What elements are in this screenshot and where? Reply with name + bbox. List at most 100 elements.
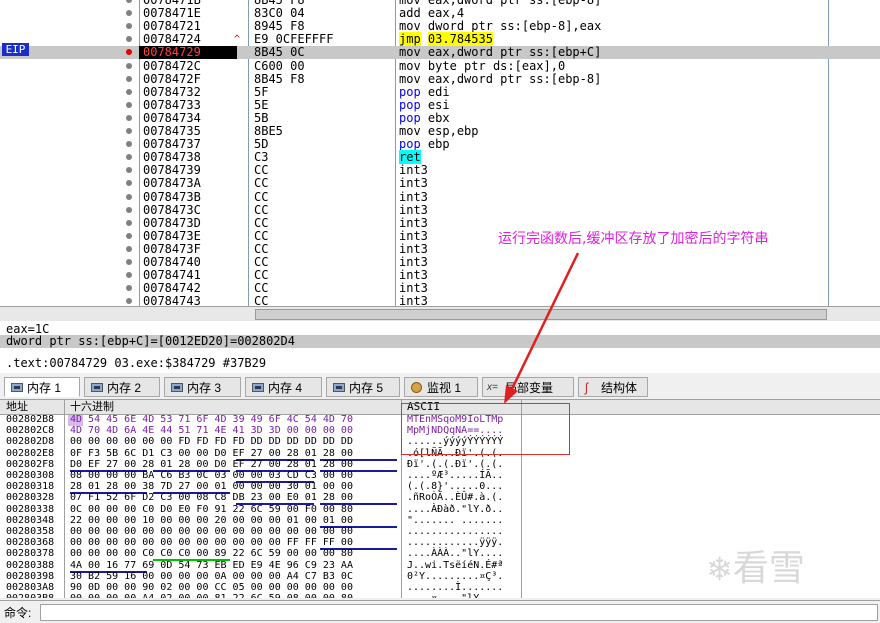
disasm-instruction: mov eax,dword ptr ss:[ebp-8] xyxy=(399,72,601,86)
disasm-row[interactable]: 00784724 ^ E9 0CFEFFFF jmp 03.784535 xyxy=(0,32,880,47)
tab-6[interactable]: 监视 1 xyxy=(404,377,478,397)
tab-5[interactable]: 内存 5 xyxy=(326,377,400,397)
breakpoint-dot[interactable] xyxy=(126,167,132,174)
scrollbar-thumb[interactable] xyxy=(255,309,827,320)
disassembly-horizontal-scrollbar[interactable] xyxy=(0,306,880,322)
disasm-address: 00784739 xyxy=(143,163,201,178)
disasm-row[interactable]: 00784738 C3 ret xyxy=(0,150,880,165)
disasm-bytes: 5E xyxy=(254,97,269,112)
disasm-row[interactable]: 00784742 CC int3 xyxy=(0,282,880,295)
dump-address: 00280388 xyxy=(6,559,55,571)
breakpoint-dot[interactable] xyxy=(126,49,132,56)
disasm-mnemonic: jmp xyxy=(399,32,421,47)
disasm-bytes: 8B45 0C xyxy=(254,45,305,60)
watch-icon xyxy=(411,382,422,393)
tab-1[interactable]: 内存 1 xyxy=(4,377,80,397)
disasm-bytes: CC xyxy=(254,268,269,283)
breakpoint-dot[interactable] xyxy=(126,193,132,200)
disasm-row[interactable]: 00784740 CC int3 xyxy=(0,256,880,269)
breakpoint-dot[interactable] xyxy=(126,62,132,69)
breakpoint-dot[interactable] xyxy=(126,232,132,239)
disasm-operands: 03.784535 xyxy=(427,32,493,47)
memory-icon xyxy=(252,383,264,392)
dump-hex: 4D 54 45 6E 4D 53 71 6F 4D 39 49 6F 4C 5… xyxy=(70,414,353,425)
disasm-row[interactable]: 0078472F 8B45 F8 mov eax,dword ptr ss:[ebp… xyxy=(0,72,880,86)
dump-row[interactable]: 00280358 00 00 00 00 00 00 00 00 00 00 00… xyxy=(0,526,880,538)
tab-4[interactable]: 内存 4 xyxy=(245,377,322,397)
command-input[interactable] xyxy=(40,604,878,621)
tab-7[interactable]: x= 局部变量 xyxy=(482,377,574,397)
memory-icon xyxy=(11,383,23,392)
disasm-address: 00784729 xyxy=(139,46,237,60)
disasm-operands: esp,ebp xyxy=(427,124,479,138)
disasm-address: 00784738 xyxy=(143,150,201,165)
breakpoint-dot[interactable] xyxy=(126,36,132,43)
disasm-instruction: ret xyxy=(399,150,428,165)
dump-ascii: J..wi.TsëíéN.É#ª xyxy=(407,559,504,571)
breakpoint-dot[interactable] xyxy=(126,285,132,292)
disasm-address: 00784742 xyxy=(143,281,201,296)
disasm-row[interactable]: 00784737 5D pop ebp xyxy=(0,138,880,151)
breakpoint-dot[interactable] xyxy=(126,180,132,187)
disasm-instruction: pop ebx xyxy=(399,111,450,125)
breakpoint-dot[interactable] xyxy=(126,272,132,279)
dump-col-hex[interactable]: 十六进制 xyxy=(70,400,114,414)
dump-row[interactable]: 00280328 07 F1 52 6F D2 C3 00 08 C8 DB 23… xyxy=(0,492,880,506)
disassembly-panel[interactable]: 0078471B 8B45 F8 mov eax,dword ptr ss:[ebp… xyxy=(0,0,880,306)
breakpoint-dot[interactable] xyxy=(126,128,132,134)
breakpoint-dot[interactable] xyxy=(126,88,132,95)
dump-address: 00280358 xyxy=(6,526,55,537)
tab-3[interactable]: 内存 3 xyxy=(164,377,241,397)
disasm-mnemonic: mov xyxy=(399,58,421,73)
breakpoint-dot[interactable] xyxy=(126,154,132,161)
dump-col-address[interactable]: 地址 xyxy=(6,400,28,414)
disasm-bytes: E9 0CFEFFFF xyxy=(254,32,334,47)
breakpoint-dot[interactable] xyxy=(126,219,132,226)
disasm-row[interactable]: 00784741 CC int3 xyxy=(0,269,880,282)
disasm-row[interactable]: 00784734 5B pop ebx xyxy=(0,111,880,125)
disasm-row[interactable]: 0078472C C600 00 mov byte ptr ds:[eax],0 xyxy=(0,58,880,73)
tab-2[interactable]: 内存 2 xyxy=(84,377,160,397)
dump-address: 00280378 xyxy=(6,548,55,560)
breakpoint-dot[interactable] xyxy=(126,141,132,148)
breakpoint-dot[interactable] xyxy=(126,245,132,252)
disasm-row[interactable]: 0078471E 83C0 04 add eax,4 xyxy=(0,7,880,20)
disasm-instruction: mov dword ptr ss:[ebp-8],eax xyxy=(399,20,601,33)
breakpoint-dot[interactable] xyxy=(126,206,132,213)
dump-row[interactable]: 00280348 22 00 00 00 10 00 00 00 20 00 00… xyxy=(0,515,880,528)
disasm-row[interactable]: 00784732 5F pop edi xyxy=(0,85,880,99)
dump-row[interactable]: 002802F8 D0 EF 27 00 28 01 28 00 D0 EF 27… xyxy=(0,458,880,472)
disasm-row[interactable]: 00784743 CC int3 xyxy=(0,295,880,306)
disasm-row[interactable]: 00784733 5E pop esi xyxy=(0,97,880,112)
disasm-instruction: add eax,4 xyxy=(399,7,464,20)
disasm-row[interactable]: 00784729 8B45 0C mov eax,dword ptr ss:[ebp… xyxy=(0,45,880,60)
breakpoint-dot[interactable] xyxy=(126,298,132,305)
tab-8[interactable]: ʃ 结构体 xyxy=(578,377,648,397)
disasm-row[interactable]: 0078473B CC int3 xyxy=(0,190,880,204)
disasm-mnemonic: int3 xyxy=(399,215,428,230)
disasm-instruction: int3 xyxy=(399,190,435,204)
disasm-row[interactable]: 0078473C CC int3 xyxy=(0,202,880,217)
disasm-row[interactable]: 00784735 8BE5 mov esp,ebp xyxy=(0,125,880,138)
disasm-instruction: pop ebp xyxy=(399,138,450,151)
dump-address: 00280328 xyxy=(6,492,55,504)
dump-hex: D0 EF 27 00 28 01 28 00 D0 EF 27 00 28 0… xyxy=(70,458,353,470)
disasm-row[interactable]: 00784739 CC int3 xyxy=(0,164,880,177)
disasm-row[interactable]: 00784721 8945 F8 mov dword ptr ss:[ebp-8],… xyxy=(0,20,880,33)
dump-address: 002802D8 xyxy=(6,436,55,448)
breakpoint-dot[interactable] xyxy=(126,0,132,3)
breakpoint-dot[interactable] xyxy=(126,10,132,17)
disasm-bytes: CC xyxy=(254,241,269,256)
disasm-bytes: CC xyxy=(254,202,269,217)
tab-label: 结构体 xyxy=(601,381,638,395)
breakpoint-dot[interactable] xyxy=(126,101,132,108)
breakpoint-dot[interactable] xyxy=(126,75,132,82)
breakpoint-dot[interactable] xyxy=(126,114,132,121)
dump-row[interactable]: 00280308 08 00 00 00 BA C6 B3 0C 03 00 00… xyxy=(0,470,880,483)
disasm-bytes: CC xyxy=(254,215,269,230)
breakpoint-dot[interactable] xyxy=(126,23,132,30)
disasm-operands: eax,dword ptr ss:[ebp+C] xyxy=(427,45,602,60)
breakpoint-dot[interactable] xyxy=(126,259,132,265)
dump-row[interactable]: 00280338 0C 00 00 00 C0 D0 E0 F0 91 22 6C… xyxy=(0,504,880,516)
disasm-row[interactable]: 0078473A CC int3 xyxy=(0,177,880,190)
